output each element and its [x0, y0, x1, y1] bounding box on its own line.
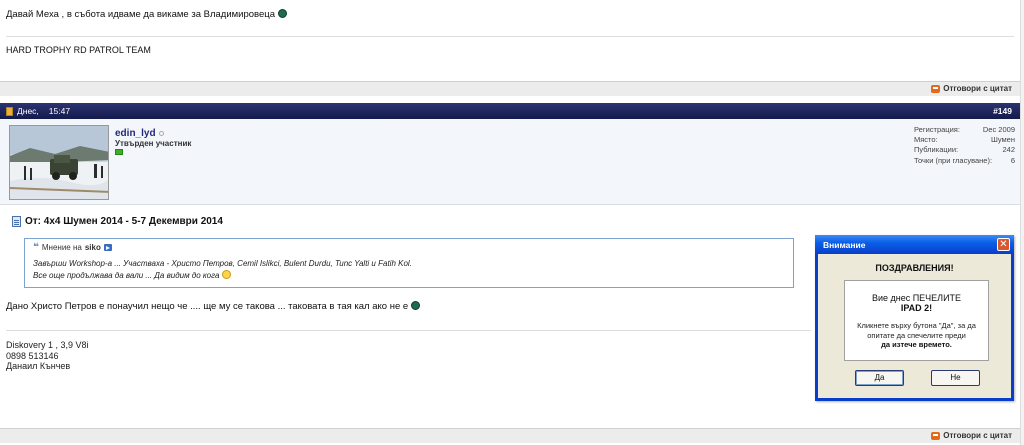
dialog-message-panel: Вие днес ПЕЧЕЛИТЕ IPAD 2! Кликнете върху…	[844, 280, 989, 361]
quote-block: ❝ Мнение на siko Завърши Workshop-а ... …	[24, 238, 794, 288]
user-title: Утвърден участник	[115, 139, 192, 148]
smiley-icon	[277, 9, 287, 18]
quote-header: ❝ Мнение на siko	[33, 242, 112, 253]
reply-with-quote-button[interactable]: Отговори с цитат	[931, 431, 1012, 440]
smiley-icon	[221, 270, 231, 279]
offline-status-icon	[158, 130, 164, 136]
no-button[interactable]: Не	[931, 370, 980, 386]
post-footer: Отговори с цитат	[0, 428, 1020, 443]
prize-popup-dialog: Внимание ✕ ПОЗДРАВЛЕНИЯ! Вие днес ПЕЧЕЛИ…	[815, 235, 1014, 401]
post-title: От: 4x4 Шумен 2014 - 5-7 Декември 2014	[12, 216, 223, 227]
scrollbar-edge[interactable]	[1020, 0, 1024, 445]
document-icon	[12, 216, 21, 227]
post-number-link[interactable]: #149	[993, 106, 1012, 116]
post-user-info: edin_lyd Утвърден участник Регистрация: D…	[0, 119, 1020, 205]
stat-row: Публикации: 242	[914, 145, 1015, 155]
signature-divider	[6, 330, 811, 331]
stat-row: Регистрация: Dec 2009	[914, 125, 1015, 134]
user-avatar[interactable]	[9, 125, 109, 200]
quote-text-line: Завърши Workshop-а ... Участваха - Христ…	[33, 259, 412, 268]
post-message: Дано Христо Петров е понаучил нещо че ..…	[6, 301, 420, 312]
reputation-icon	[115, 149, 123, 155]
stat-row: Място: Шумен	[914, 135, 1015, 145]
avatar-image	[10, 126, 108, 199]
close-icon[interactable]: ✕	[997, 238, 1010, 251]
quote-mark-icon: ❝	[33, 242, 39, 253]
post-status-icon	[6, 106, 13, 116]
username-link[interactable]: edin_lyd	[115, 128, 164, 139]
user-stats: Регистрация: Dec 2009 Място: Шумен Публика…	[914, 125, 1015, 166]
post-date: Днес, 15:47	[6, 106, 70, 116]
quote-text-line-2: Все още продължава да вали ... Да видим …	[33, 270, 231, 280]
signature-divider	[6, 36, 1014, 37]
post-header: Днес, 15:47 #149	[0, 103, 1020, 119]
previous-post-message: Давай Меха , в събота идваме да викаме з…	[6, 9, 287, 20]
stat-row: Точки (при гласуване): 6	[914, 155, 1015, 165]
dialog-titlebar[interactable]: Внимание ✕	[815, 235, 1014, 254]
dialog-headline: ПОЗДРАВЛЕНИЯ!	[875, 263, 954, 273]
post-signature: Diskovery 1 , 3,9 V8i 0898 513146 Данаил…	[6, 340, 89, 371]
previous-post-signature: HARD TROPHY RD PATROL TEAM	[6, 45, 151, 55]
yes-button[interactable]: Да	[855, 370, 904, 386]
reply-with-quote-button[interactable]: Отговори с цитат	[931, 84, 1012, 93]
smiley-icon	[410, 301, 420, 310]
quote-author: siko	[84, 243, 101, 252]
quote-icon	[931, 84, 941, 93]
view-post-icon[interactable]	[103, 244, 112, 251]
previous-post-footer: Отговори с цитат	[0, 81, 1020, 96]
quote-icon	[931, 431, 941, 440]
